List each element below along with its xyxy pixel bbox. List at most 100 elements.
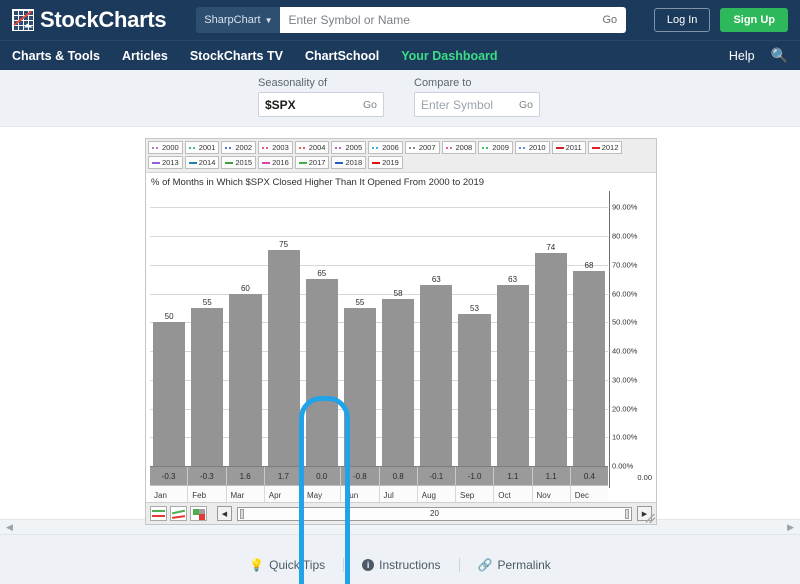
bar-column-Jul[interactable]: 58 <box>379 193 417 466</box>
nav-item-stockcharts-tv[interactable]: StockCharts TV <box>190 49 283 63</box>
legend-swatch-icon <box>152 146 160 149</box>
bar-column-Sep[interactable]: 53 <box>455 193 493 466</box>
legend-item-2015[interactable]: 2015 <box>221 156 257 169</box>
bar <box>191 307 224 466</box>
legend-item-2006[interactable]: 2006 <box>368 141 403 154</box>
bar-column-May[interactable]: 65 <box>303 193 341 466</box>
legend-item-2004[interactable]: 2004 <box>294 141 330 154</box>
legend-item-2014[interactable]: 2014 <box>184 156 220 169</box>
legend-label: 2002 <box>235 143 253 152</box>
sharpchart-dropdown[interactable]: SharpChart ▼ <box>196 7 281 33</box>
area-chart-icon[interactable] <box>170 506 187 521</box>
legend-item-2019[interactable]: 2019 <box>368 156 403 169</box>
sign-up-button[interactable]: Sign Up <box>720 8 788 32</box>
legend-item-2017[interactable]: 2017 <box>294 156 330 169</box>
bar-column-Feb[interactable]: 55 <box>188 193 226 466</box>
nav-item-chartschool[interactable]: ChartSchool <box>305 49 379 63</box>
bar <box>534 253 567 466</box>
y-tick-label: 40.00% <box>612 346 638 356</box>
secondary-value-cell: -0.8 <box>341 467 380 485</box>
legend-item-2005[interactable]: 2005 <box>331 141 367 154</box>
legend-label: 2015 <box>235 158 253 167</box>
log-in-button[interactable]: Log In <box>653 8 711 32</box>
nav-item-help[interactable]: Help <box>729 49 755 63</box>
legend-item-2000[interactable]: 2000 <box>148 141 183 154</box>
legend-swatch-icon <box>262 146 271 149</box>
legend-swatch-icon <box>518 146 527 149</box>
permalink-link[interactable]: 🔗 Permalink <box>460 558 569 572</box>
legend-item-2001[interactable]: 2001 <box>184 141 220 154</box>
range-value-label: 20 <box>430 508 439 518</box>
legend-item-2011[interactable]: 2011 <box>551 141 586 154</box>
bar <box>267 250 300 466</box>
bar-chart-icon[interactable] <box>190 506 207 521</box>
bar-column-Aug[interactable]: 63 <box>417 193 455 466</box>
legend-label: 2018 <box>345 158 363 167</box>
legend-item-2013[interactable]: 2013 <box>148 156 183 169</box>
scroll-left-icon[interactable]: ◀ <box>217 506 232 521</box>
symbol-search-go-button[interactable]: Go <box>600 7 627 33</box>
bar-value-label: 55 <box>202 297 212 307</box>
bar-column-Dec[interactable]: 68 <box>570 193 608 466</box>
scroll-right-icon[interactable]: ▶ <box>787 522 794 533</box>
seasonality-controls: Seasonality of Go Compare to Go <box>0 70 800 127</box>
compare-symbol-input[interactable] <box>421 97 519 112</box>
secondary-value-cell: -1.0 <box>456 467 495 485</box>
legend-label: 2013 <box>162 158 179 167</box>
legend-swatch-icon <box>188 161 197 164</box>
legend-item-2010[interactable]: 2010 <box>514 141 550 154</box>
nav-item-articles[interactable]: Articles <box>122 49 168 63</box>
legend-swatch-icon <box>188 146 197 149</box>
legend-item-2018[interactable]: 2018 <box>331 156 367 169</box>
cursor-arrow-icon <box>24 23 33 32</box>
legend-item-2007[interactable]: 2007 <box>404 141 440 154</box>
secondary-value-cell: -0.3 <box>188 467 227 485</box>
legend-item-2009[interactable]: 2009 <box>478 141 513 154</box>
quick-tips-link[interactable]: 💡 Quick Tips <box>231 558 345 572</box>
symbol-search-group: SharpChart ▼ Go <box>196 7 627 33</box>
year-legend: 2000 2001 2002 2003 2004 2005 2006 2007 2008 2009… <box>146 139 656 173</box>
bar-value-label: 65 <box>317 269 327 279</box>
bar <box>305 279 338 466</box>
scroll-left-icon[interactable]: ◀ <box>6 522 13 533</box>
seasonality-symbol-input[interactable] <box>265 97 363 112</box>
bar <box>153 322 186 466</box>
legend-item-2003[interactable]: 2003 <box>258 141 293 154</box>
bar-column-Apr[interactable]: 75 <box>265 193 303 466</box>
legend-item-2016[interactable]: 2016 <box>258 156 293 169</box>
nav-item-your-dashboard[interactable]: Your Dashboard <box>401 49 497 63</box>
brand-logo-link[interactable]: StockCharts <box>12 7 167 33</box>
zero-axis-label: 0.00 <box>637 473 652 482</box>
legend-label: 2005 <box>345 143 363 152</box>
bar-series: 50 55 60 75 65 55 58 63 53 63 74 68 <box>150 193 608 466</box>
legend-label: 2009 <box>492 143 509 152</box>
nav-item-charts-tools[interactable]: Charts & Tools <box>12 49 100 63</box>
compare-go-button[interactable]: Go <box>519 99 533 111</box>
range-scrollbar-track[interactable]: 20 <box>237 506 632 521</box>
resize-grip-icon[interactable] <box>646 514 655 523</box>
bar-value-label: 63 <box>508 274 518 284</box>
legend-item-2012[interactable]: 2012 <box>587 141 623 154</box>
bar-column-Nov[interactable]: 74 <box>532 193 570 466</box>
symbol-search-input[interactable] <box>280 7 601 33</box>
y-tick-label: 80.00% <box>612 231 638 241</box>
bar-column-Oct[interactable]: 63 <box>494 193 532 466</box>
range-scrollbar-right-handle[interactable] <box>625 508 629 519</box>
bar-column-Mar[interactable]: 60 <box>226 193 264 466</box>
secondary-value-cell: 1.7 <box>265 467 303 485</box>
search-icon[interactable]: 🔍 <box>771 47 788 64</box>
secondary-value-cell: 0.8 <box>380 467 418 485</box>
secondary-value-cell: 0.4 <box>583 471 595 481</box>
instructions-link[interactable]: i Instructions <box>344 558 460 572</box>
legend-swatch-icon <box>225 146 234 149</box>
bar-column-Jan[interactable]: 50 <box>150 193 188 466</box>
line-chart-icon[interactable] <box>150 506 167 521</box>
seasonality-go-button[interactable]: Go <box>363 99 377 111</box>
legend-item-2002[interactable]: 2002 <box>221 141 257 154</box>
top-header-bar: StockCharts SharpChart ▼ Go Log In Sign … <box>0 0 800 40</box>
y-axis-line <box>609 191 610 488</box>
lightbulb-icon: 💡 <box>249 558 265 572</box>
bar-column-Jun[interactable]: 55 <box>341 193 379 466</box>
legend-item-2008[interactable]: 2008 <box>441 141 477 154</box>
compare-field-group: Compare to Go <box>414 77 540 117</box>
